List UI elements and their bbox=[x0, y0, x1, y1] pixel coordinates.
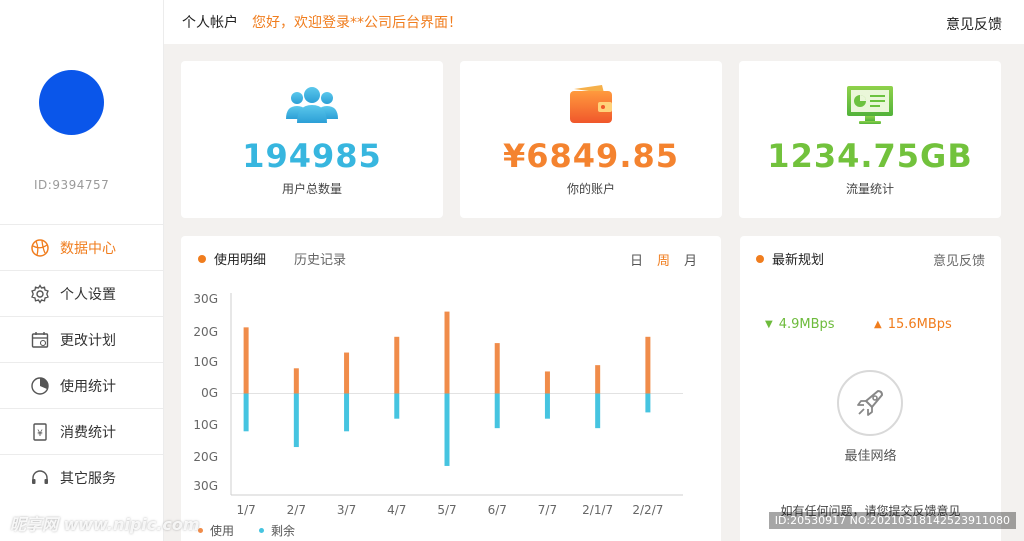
pie-chart-icon bbox=[30, 376, 50, 396]
stat-value: 194985 bbox=[242, 137, 382, 175]
sidebar-item-label: 使用统计 bbox=[60, 378, 116, 395]
bar-remaining bbox=[394, 393, 400, 419]
stat-label: 流量统计 bbox=[845, 182, 894, 196]
plan-feedback-link[interactable]: 意见反馈 bbox=[933, 250, 985, 269]
y-tick-label: 0G bbox=[201, 386, 218, 400]
sidebar-item-data-center[interactable]: 数据中心 bbox=[0, 224, 164, 270]
avatar[interactable] bbox=[39, 70, 104, 135]
sidebar-menu: 数据中心 个人设置 更改计划 使用统计 ¥ 消费统计 其它服务 bbox=[0, 224, 164, 500]
top-bar: 个人帐户 您好，欢迎登录**公司后台界面！ 意见反馈 bbox=[164, 0, 1024, 44]
stat-value: 1234.75GB bbox=[767, 137, 973, 175]
monitor-icon bbox=[847, 86, 893, 124]
receipt-icon: ¥ bbox=[30, 422, 50, 442]
bar-used bbox=[243, 327, 249, 394]
watermark-id: ID:20530917 NO:20210318142523911080 bbox=[768, 512, 1016, 529]
usage-bar-chart: 30G 20G 10G 0G 10G 20G 30G 1/7 2/7 3/7 4/7 5/7 6/7 7/… bbox=[193, 292, 683, 517]
upload-speed: ▲ 15.6MBps bbox=[874, 317, 952, 332]
stat-card-users: 194985 用户总数量 bbox=[181, 61, 443, 218]
bar-used bbox=[494, 343, 500, 394]
bar-used bbox=[645, 336, 651, 394]
y-tick-label: 30G bbox=[193, 479, 218, 493]
svg-text:¥: ¥ bbox=[37, 429, 43, 439]
plan-panel: 最新规划 意见反馈 ▼ 4.9MBps ▲ 15.6MBps 最佳网络 如有任何… bbox=[740, 236, 1001, 541]
bar-remaining bbox=[645, 393, 651, 413]
bar-used bbox=[595, 365, 601, 394]
x-tick-label: 5/7 bbox=[437, 503, 456, 517]
legend-used-label: 使用 bbox=[210, 524, 235, 538]
stat-label: 你的账户 bbox=[566, 182, 615, 196]
up-arrow-icon: ▲ bbox=[874, 319, 882, 330]
sidebar-item-usage-stats[interactable]: 使用统计 bbox=[0, 362, 164, 408]
x-tick-label: 2/1/7 bbox=[582, 503, 613, 517]
download-speed: ▼ 4.9MBps bbox=[765, 317, 835, 332]
x-tick-label: 2/7 bbox=[287, 503, 306, 517]
users-icon bbox=[286, 87, 338, 123]
sidebar-item-label: 更改计划 bbox=[60, 332, 116, 349]
y-tick-label: 20G bbox=[193, 325, 218, 339]
usage-panel: 使用明细 历史记录 日 周 月 30G 20G 10G 0G 10G 20G 30G 1/7 2… bbox=[181, 236, 721, 541]
stat-value: ¥6849.85 bbox=[502, 137, 679, 175]
bar-remaining bbox=[544, 393, 550, 419]
y-tick-label: 10G bbox=[193, 355, 218, 369]
y-tick-label: 10G bbox=[193, 418, 218, 432]
legend-remaining-label: 剩余 bbox=[271, 524, 296, 538]
sidebar-item-label: 消费统计 bbox=[60, 424, 116, 441]
x-tick-label: 7/7 bbox=[538, 503, 557, 517]
user-id: ID:9394757 bbox=[34, 178, 110, 192]
x-tick-label: 1/7 bbox=[236, 503, 255, 517]
bar-remaining bbox=[494, 393, 500, 429]
plan-panel-title: 最新规划 bbox=[756, 249, 824, 268]
download-value: 4.9MBps bbox=[778, 317, 835, 332]
bar-used bbox=[394, 336, 400, 394]
bar-remaining bbox=[444, 393, 450, 466]
x-tick-label: 3/7 bbox=[337, 503, 356, 517]
upload-value: 15.6MBps bbox=[887, 317, 952, 332]
plan-title-text: 最新规划 bbox=[772, 253, 825, 268]
x-tick-label: 4/7 bbox=[387, 503, 406, 517]
sidebar-item-consumption-stats[interactable]: ¥ 消费统计 bbox=[0, 408, 164, 454]
sidebar-item-change-plan[interactable]: 更改计划 bbox=[0, 316, 164, 362]
orange-dot-icon bbox=[756, 254, 764, 263]
welcome-message: 您好，欢迎登录**公司后台界面！ bbox=[252, 15, 462, 31]
bar-used bbox=[444, 311, 450, 394]
stat-label: 用户总数量 bbox=[281, 182, 342, 196]
sidebar-item-label: 个人设置 bbox=[60, 286, 116, 303]
y-tick-label: 30G bbox=[193, 292, 218, 306]
globe-icon bbox=[30, 238, 50, 258]
best-network-label: 最佳网络 bbox=[844, 449, 897, 464]
bar-remaining bbox=[243, 393, 249, 432]
x-tick-label: 2/2/7 bbox=[632, 503, 663, 517]
stat-card-traffic: 1234.75GB 流量统计 bbox=[739, 61, 1001, 218]
gear-icon bbox=[30, 283, 50, 304]
watermark-logo: 昵享网 www.nipic.com bbox=[10, 515, 200, 534]
y-tick-label: 20G bbox=[193, 450, 218, 464]
rocket-icon bbox=[857, 390, 883, 416]
bar-used bbox=[293, 368, 299, 394]
legend-remaining: 剩余 bbox=[259, 522, 295, 539]
sidebar-item-other-services[interactable]: 其它服务 bbox=[0, 454, 164, 500]
bar-remaining bbox=[293, 393, 299, 448]
headset-icon bbox=[30, 468, 50, 488]
rocket-button[interactable] bbox=[837, 370, 903, 436]
down-arrow-icon: ▼ bbox=[765, 319, 773, 330]
account-title: 个人帐户 bbox=[182, 15, 238, 31]
legend-used: 使用 bbox=[198, 522, 234, 539]
stat-card-account: ¥6849.85 你的账户 bbox=[460, 61, 722, 218]
bar-used bbox=[544, 371, 550, 394]
legend-remaining-swatch bbox=[259, 528, 264, 533]
sidebar-item-label: 数据中心 bbox=[60, 240, 116, 257]
sidebar: ID:9394757 数据中心 个人设置 更改计划 使用统计 ¥ 消费统计 其它… bbox=[0, 0, 164, 541]
wallet-icon bbox=[570, 85, 612, 123]
bar-used bbox=[344, 352, 350, 394]
bar-remaining bbox=[344, 393, 350, 432]
sidebar-item-personal-settings[interactable]: 个人设置 bbox=[0, 270, 164, 316]
sidebar-item-label: 其它服务 bbox=[60, 470, 116, 487]
feedback-link[interactable]: 意见反馈 bbox=[946, 14, 1002, 34]
calendar-icon bbox=[30, 330, 50, 350]
x-tick-label: 6/7 bbox=[488, 503, 507, 517]
bar-remaining bbox=[595, 393, 601, 429]
